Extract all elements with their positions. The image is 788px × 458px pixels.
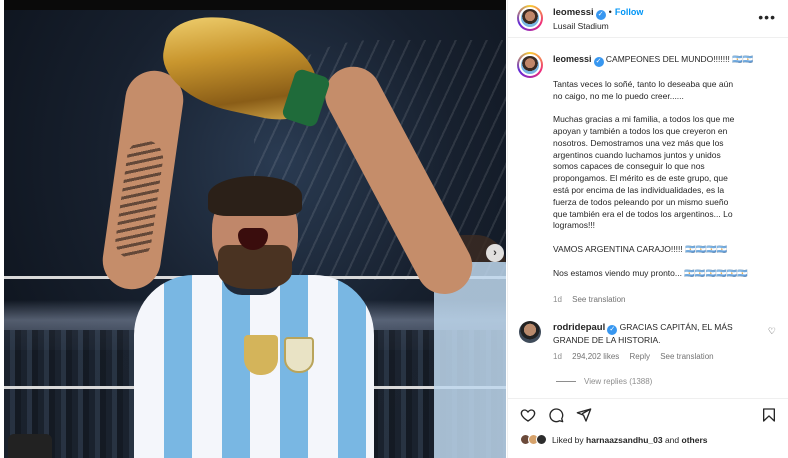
heart-icon[interactable] bbox=[520, 407, 536, 423]
comments-section[interactable]: leomessi ✓ CAMPEONES DEL MUNDO!!!!!!! 🇦🇷🇦… bbox=[508, 38, 788, 398]
reply-avatar[interactable] bbox=[519, 321, 541, 343]
caption-paragraph: Muchas gracias a mi familia, a todos los… bbox=[553, 114, 735, 231]
world-cup-badge bbox=[244, 335, 278, 375]
liker-avatar bbox=[536, 434, 547, 445]
player-jersey bbox=[134, 275, 374, 458]
reply-age: 1d bbox=[553, 352, 562, 361]
liked-by-and: and bbox=[664, 434, 680, 445]
caption-author-avatar[interactable] bbox=[517, 52, 543, 78]
afa-crest bbox=[284, 337, 314, 373]
dot-separator: • bbox=[608, 7, 612, 17]
liked-by-user[interactable]: harnaazsandhu_03 bbox=[586, 435, 663, 445]
comment-like-heart-icon[interactable]: ♡ bbox=[768, 326, 776, 337]
chevron-right-icon: › bbox=[493, 246, 497, 259]
next-photo-button[interactable]: › bbox=[486, 244, 504, 262]
photo-top-border bbox=[4, 0, 506, 10]
post-location[interactable]: Lusail Stadium bbox=[553, 21, 609, 31]
reply-button[interactable]: Reply bbox=[630, 352, 650, 361]
caption-paragraph: VAMOS ARGENTINA CARAJO!!!!! 🇦🇷🇦🇷🇦🇷🇦🇷 bbox=[553, 243, 728, 254]
caption-paragraph: Nos estamos viendo muy pronto... 🇦🇷🇦🇷🇦🇷🇦… bbox=[553, 267, 748, 278]
reply-username[interactable]: rodridepaul bbox=[553, 322, 605, 333]
see-translation-link[interactable]: See translation bbox=[572, 295, 625, 304]
see-translation-link[interactable]: See translation bbox=[660, 352, 713, 361]
verified-badge-icon: ✓ bbox=[595, 10, 606, 20]
action-bar bbox=[508, 398, 788, 430]
caption-meta: 1d See translation bbox=[553, 295, 634, 304]
verified-badge-icon: ✓ bbox=[607, 325, 618, 335]
bookmark-icon[interactable] bbox=[761, 407, 777, 423]
author-username[interactable]: leomessi bbox=[553, 7, 594, 18]
share-icon[interactable] bbox=[576, 407, 592, 423]
view-replies-label: View replies (1388) bbox=[584, 377, 653, 386]
follow-button[interactable]: Follow bbox=[615, 7, 644, 17]
reply-likes-count[interactable]: 294,202 likes bbox=[572, 352, 619, 361]
post-side-panel: leomessi ✓ • Follow Lusail Stadium ••• leom… bbox=[507, 0, 788, 458]
post-header: leomessi ✓ • Follow Lusail Stadium ••• bbox=[508, 0, 788, 38]
verified-badge-icon: ✓ bbox=[593, 57, 604, 67]
comment-icon[interactable] bbox=[548, 407, 564, 423]
liked-by-others[interactable]: others bbox=[682, 435, 708, 445]
reply-comment: rodridepaul ✓ GRACIAS CAPITÁN, EL MÁS GRA… bbox=[553, 322, 753, 347]
caption-paragraph: Tantas veces lo soñé, tanto lo deseaba q… bbox=[553, 78, 734, 101]
post-photo[interactable]: › bbox=[4, 0, 506, 458]
liked-by-prefix: Liked by bbox=[552, 434, 584, 445]
player-beard bbox=[218, 245, 292, 289]
more-icon[interactable]: ••• bbox=[758, 10, 776, 24]
view-replies-button[interactable]: View replies (1388) bbox=[556, 377, 652, 386]
post-caption: leomessi ✓ CAMPEONES DEL MUNDO!!!!!!! 🇦🇷🇦… bbox=[553, 54, 775, 291]
reply-meta: 1d 294,202 likes Reply See translation bbox=[553, 352, 722, 361]
view-replies-line bbox=[556, 381, 576, 382]
author-avatar[interactable] bbox=[517, 5, 543, 31]
player-left-arm bbox=[98, 67, 188, 293]
caption-age: 1d bbox=[553, 295, 562, 304]
header-name-row: leomessi ✓ • Follow bbox=[553, 7, 643, 20]
likes-text: Liked by harnaazsandhu_03 and others bbox=[552, 435, 708, 445]
caption-title: CAMPEONES DEL MUNDO!!!!!!! 🇦🇷🇦🇷 bbox=[605, 54, 754, 64]
fan-phone bbox=[8, 434, 52, 458]
arm-tattoo bbox=[113, 137, 166, 262]
caption-username[interactable]: leomessi bbox=[553, 54, 592, 64]
likes-summary: Liked by harnaazsandhu_03 and others bbox=[520, 434, 708, 445]
player-hair bbox=[208, 176, 302, 216]
instagram-post-modal: › leomessi ✓ • Follow Lusail Stadium ••• le… bbox=[0, 0, 788, 458]
